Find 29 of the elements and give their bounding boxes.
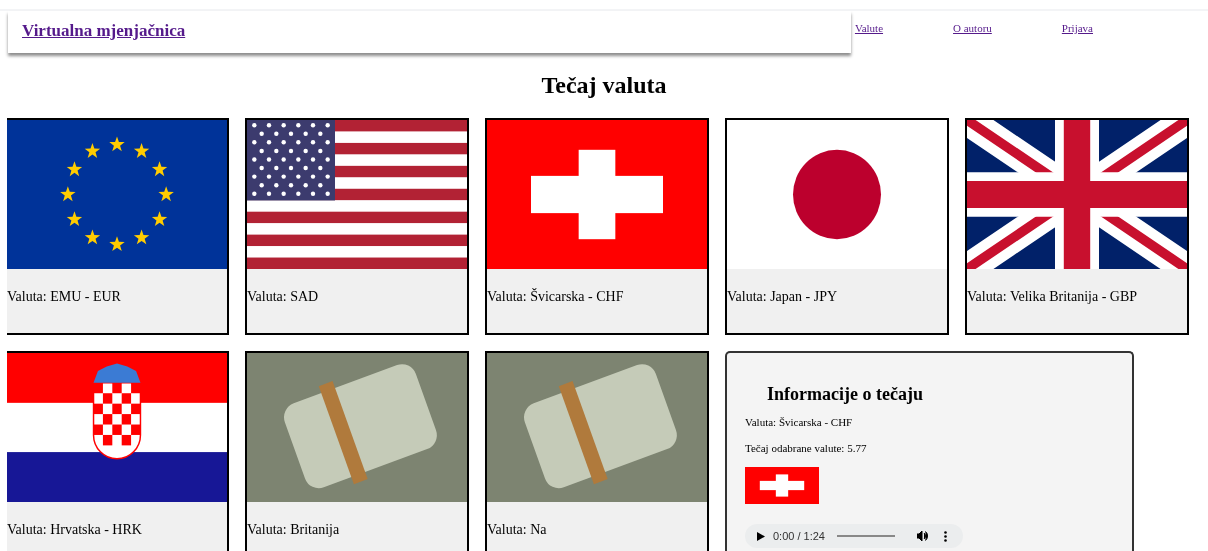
nav-link[interactable]: Valute [854,19,884,37]
more-options-icon[interactable] [944,530,947,542]
currency-card[interactable]: Valuta: SAD [245,118,469,335]
currency-card[interactable]: Valuta: Hrvatska - HRK [7,351,229,551]
currency-card[interactable]: Valuta: Velika Britanija - GBP [965,118,1189,335]
card-caption: Valuta: Hrvatska - HRK [7,521,143,539]
currency-card[interactable]: Valuta: Britanija [245,351,469,551]
audio-time: 0:00 / 1:24 [773,528,825,544]
volume-icon[interactable] [917,531,928,541]
audio-player[interactable]: 0:00 / 1:24 [745,524,963,548]
currency-card[interactable]: Valuta: Na [485,351,709,551]
page-heading: Tečaj valuta [540,71,668,100]
card-caption: Valuta: Britanija [247,521,341,539]
card-caption: Valuta: Švicarska - CHF [487,287,625,306]
info-text: Valuta: Švicarska - CHF [745,415,854,429]
play-icon[interactable] [757,531,765,541]
info-text: Tečaj odabrane valute: 5.77 [745,441,868,455]
card-caption: Valuta: Na [487,521,548,539]
card-caption: Valuta: SAD [247,288,320,306]
card-caption: Valuta: Japan - JPY [727,288,839,306]
nav-link[interactable]: O autoru [953,19,992,37]
card-caption: Valuta: Velika Britanija - GBP [967,288,1139,306]
currency-card[interactable]: Valuta: Švicarska - CHF [485,118,709,335]
currency-card[interactable]: Valuta: Japan - JPY [725,118,949,335]
nav-link[interactable]: Prijava [1061,19,1093,37]
card-caption: Valuta: EMU - EUR [7,288,122,306]
currency-card[interactable]: Valuta: EMU - EUR [7,118,229,335]
brand-link[interactable]: Virtualna mjenjačnica [22,18,186,44]
panel-title: Informacije o tečaju [767,383,924,405]
